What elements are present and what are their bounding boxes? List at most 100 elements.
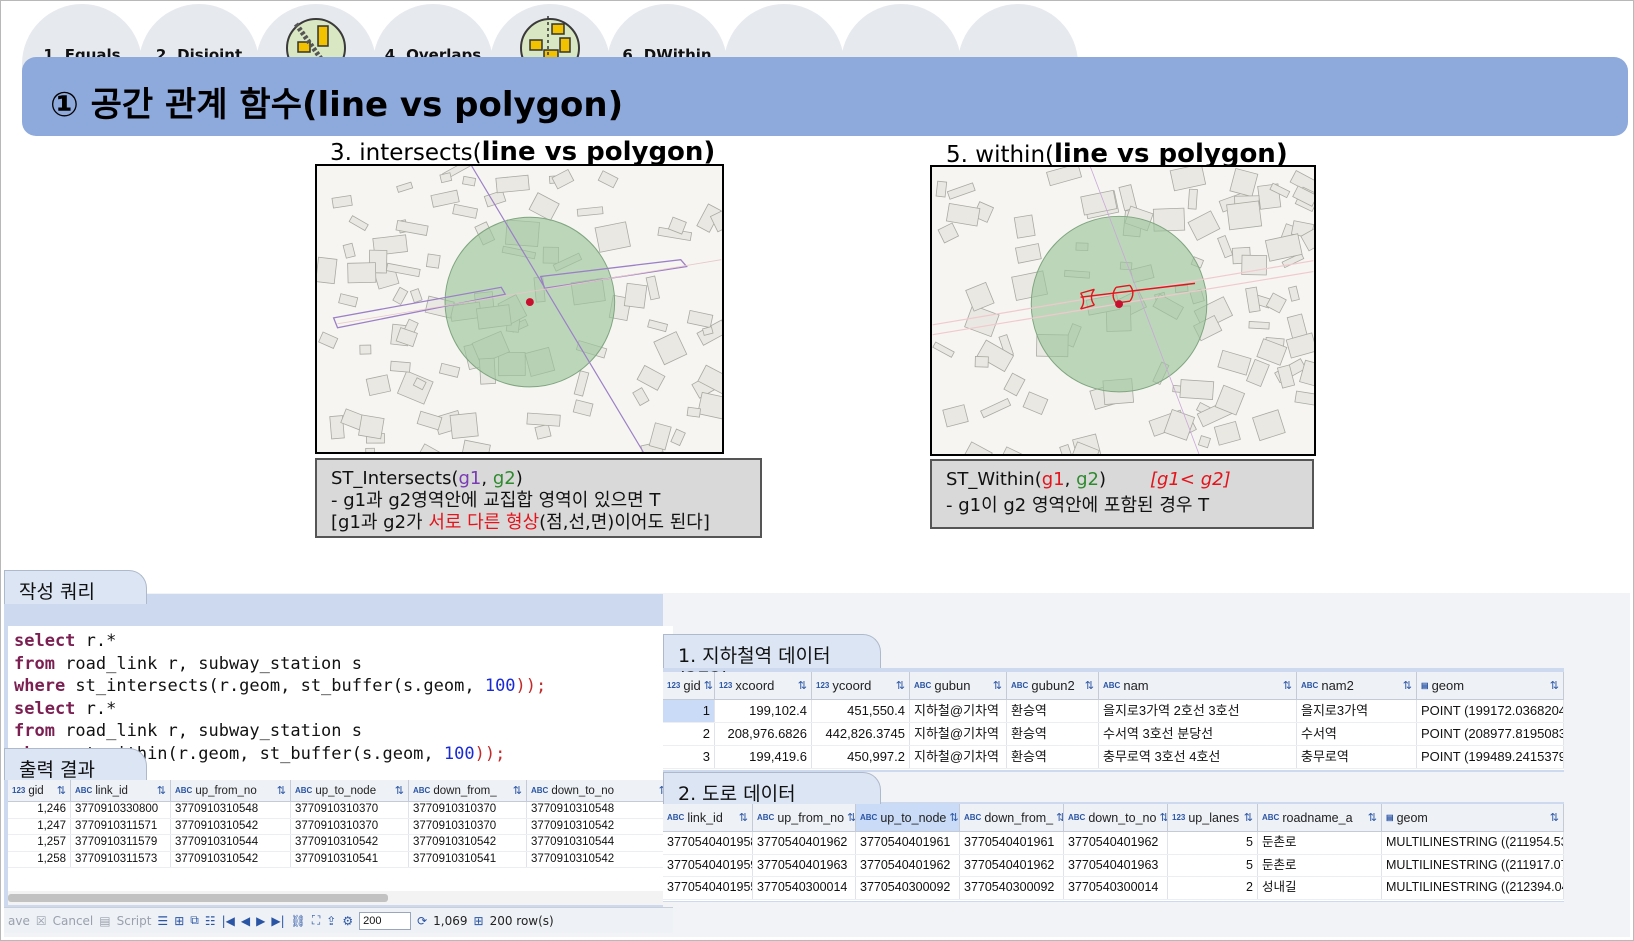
- result-grid[interactable]: 123 gid ⇅ ABC link_id ⇅ ABC up_from_no ⇅ ABC up_to…: [8, 780, 673, 891]
- table-cell[interactable]: 3770910310548: [527, 802, 673, 818]
- table-cell[interactable]: 3770910310541: [291, 851, 409, 867]
- table-cell[interactable]: 1,246: [8, 802, 71, 818]
- column-header-up-to-node[interactable]: ABC up_to_node ⇅: [291, 780, 409, 801]
- table-cell[interactable]: 3770910310541: [409, 851, 527, 867]
- column-header-nam2[interactable]: ABC nam2 ⇅: [1297, 672, 1417, 699]
- script-button[interactable]: Script: [117, 914, 152, 928]
- table-cell[interactable]: 3770910310542: [527, 818, 673, 834]
- column-header-link-id[interactable]: ABC link_id ⇅: [663, 804, 753, 831]
- table-cell[interactable]: 2: [663, 723, 715, 745]
- subway-grid[interactable]: 123 gid ⇅ 123 xcoord ⇅ 123 ycoord ⇅ ABC gubun ⇅ ABC g…: [663, 672, 1564, 770]
- sort-icon[interactable]: ⇅: [949, 811, 958, 824]
- table-cell[interactable]: 3770540401958: [663, 832, 753, 854]
- table-cell[interactable]: POINT (208977.81950833: [1417, 723, 1564, 745]
- table-row[interactable]: 3770540401955 3770540300014 3770540300092 3…: [663, 877, 1564, 900]
- table-cell[interactable]: 1,247: [8, 818, 71, 834]
- table-cell[interactable]: 199,102.4: [715, 700, 812, 722]
- table-cell[interactable]: 208,976.6826: [715, 723, 812, 745]
- add-row-icon[interactable]: ⊞: [174, 914, 184, 928]
- table-cell[interactable]: 수서역: [1297, 723, 1417, 745]
- table-cell[interactable]: 3770910310544: [171, 835, 291, 851]
- table-cell[interactable]: 3770910311579: [71, 835, 171, 851]
- table-cell[interactable]: 지하철@기차역: [910, 700, 1007, 722]
- table-cell[interactable]: 3770910311571: [71, 818, 171, 834]
- table-cell[interactable]: 1,258: [8, 851, 71, 867]
- sort-icon[interactable]: ⇅: [896, 679, 905, 692]
- column-header-gid[interactable]: 123 gid ⇅: [663, 672, 715, 699]
- table-cell[interactable]: 2: [1168, 877, 1258, 899]
- table-cell[interactable]: 1,257: [8, 835, 71, 851]
- table-cell[interactable]: 451,550.4: [812, 700, 910, 722]
- sort-icon[interactable]: ⇅: [1550, 679, 1559, 692]
- copy-row-icon[interactable]: ⧉: [190, 913, 199, 928]
- table-cell[interactable]: 환승역: [1007, 746, 1099, 768]
- column-header-gid[interactable]: 123 gid ⇅: [8, 780, 71, 801]
- road-grid[interactable]: ABC link_id ⇅ ABC up_from_no ⇅ ABC up_to_node ⇅ A…: [663, 804, 1564, 901]
- table-cell[interactable]: 3770540401963: [753, 854, 856, 876]
- sort-icon[interactable]: ⇅: [395, 784, 404, 797]
- table-cell[interactable]: 3770540300092: [960, 877, 1064, 899]
- filter-icon[interactable]: ☰: [157, 914, 168, 928]
- column-header-ycoord[interactable]: 123 ycoord ⇅: [812, 672, 910, 699]
- fit-icon[interactable]: ⛶: [312, 913, 320, 928]
- table-cell[interactable]: 5: [1168, 854, 1258, 876]
- sort-icon[interactable]: ⇅: [1403, 679, 1412, 692]
- table-row[interactable]: 1,258 3770910311573 3770910310542 377091031…: [8, 851, 673, 868]
- table-cell[interactable]: 3770540401962: [960, 854, 1064, 876]
- sort-icon[interactable]: ⇅: [57, 784, 66, 797]
- table-cell[interactable]: 3770540401962: [856, 854, 960, 876]
- table-cell[interactable]: POINT (199172.03682041: [1417, 700, 1564, 722]
- table-row[interactable]: 1,247 3770910311571 3770910310542 377091031…: [8, 818, 673, 835]
- table-cell[interactable]: 지하철@기차역: [910, 746, 1007, 768]
- sort-icon[interactable]: ⇅: [798, 679, 807, 692]
- sort-icon[interactable]: ⇅: [739, 811, 748, 824]
- column-header-nam[interactable]: ABC nam ⇅: [1099, 672, 1297, 699]
- column-header-down-to-no[interactable]: ABCdown_to_no⇅: [527, 780, 673, 801]
- table-cell[interactable]: 3770540401962: [753, 832, 856, 854]
- sort-icon[interactable]: ⇅: [1159, 811, 1167, 824]
- next-page-icon[interactable]: ▶: [256, 914, 265, 928]
- refresh-icon[interactable]: ⟳: [417, 914, 427, 928]
- tab-road-data[interactable]: 2. 도로 데이터(10,506): [663, 772, 881, 828]
- table-cell[interactable]: 3770910330800: [71, 802, 171, 818]
- column-header-up-from-no[interactable]: ABC up_from_no ⇅: [753, 804, 856, 831]
- table-row[interactable]: 1,257 3770910311579 3770910310544 377091031…: [8, 835, 673, 852]
- table-row[interactable]: 2 208,976.6826 442,826.3745 지하철@기차역 환승역 수서역 3…: [663, 723, 1564, 746]
- sort-icon[interactable]: ⇅: [993, 679, 1002, 692]
- table-row[interactable]: 3770540401959 3770540401963 3770540401962 3…: [663, 854, 1564, 877]
- sort-icon[interactable]: ⇅: [157, 784, 166, 797]
- table-cell[interactable]: 3770540401961: [856, 832, 960, 854]
- table-cell[interactable]: 3770540401962: [1064, 832, 1168, 854]
- column-header-down-from-[interactable]: ABCdown_from_⇅: [409, 780, 527, 801]
- table-cell[interactable]: 3770910310542: [171, 818, 291, 834]
- table-cell[interactable]: 3770910310542: [171, 851, 291, 867]
- table-cell[interactable]: 450,997.2: [812, 746, 910, 768]
- sort-icon[interactable]: ⇅: [1085, 679, 1094, 692]
- table-cell[interactable]: 충무로역 3호선 4호선: [1099, 746, 1297, 768]
- table-cell[interactable]: 성내길: [1258, 877, 1382, 899]
- table-cell[interactable]: 3770910310542: [527, 851, 673, 867]
- sort-icon[interactable]: ⇅: [1283, 679, 1292, 692]
- column-header-down-to-no[interactable]: ABCdown_to_no⇅: [1064, 804, 1168, 831]
- tab-subway-data[interactable]: 1. 지하철역 데이터(272): [663, 634, 881, 690]
- column-header-gubun2[interactable]: ABC gubun2 ⇅: [1007, 672, 1099, 699]
- column-header-down-from-[interactable]: ABCdown_from_⇅: [960, 804, 1064, 831]
- gear-icon[interactable]: ⚙: [342, 914, 353, 928]
- fetch-size-input[interactable]: [359, 911, 412, 930]
- export-icon[interactable]: ⇪: [326, 914, 336, 928]
- table-cell[interactable]: 환승역: [1007, 723, 1099, 745]
- table-cell[interactable]: 3770540300014: [753, 877, 856, 899]
- delete-row-icon[interactable]: ☷: [205, 914, 216, 928]
- result-hscroll-thumb[interactable]: [8, 894, 388, 902]
- table-cell[interactable]: 지하철@기차역: [910, 723, 1007, 745]
- table-cell[interactable]: 3770540300092: [856, 877, 960, 899]
- last-page-icon[interactable]: ▶|: [271, 914, 284, 928]
- save-button[interactable]: ave: [8, 914, 30, 928]
- sort-icon[interactable]: ⇅: [277, 784, 286, 797]
- table-cell[interactable]: 199,419.6: [715, 746, 812, 768]
- table-cell[interactable]: MULTILINESTRING ((211954.532282: [1382, 832, 1564, 854]
- table-row[interactable]: 1,246 3770910330800 3770910310548 377091031…: [8, 802, 673, 819]
- prev-page-icon[interactable]: ◀: [241, 914, 250, 928]
- column-header-up-from-no[interactable]: ABC up_from_no ⇅: [171, 780, 291, 801]
- table-cell[interactable]: 3770540401961: [960, 832, 1064, 854]
